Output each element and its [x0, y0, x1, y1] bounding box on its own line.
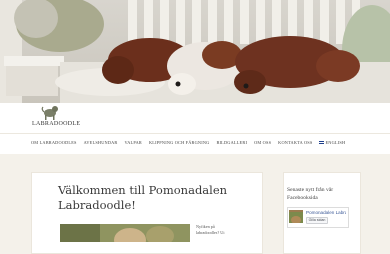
nav-item-avelshundar[interactable]: AVELSHUNDAR — [84, 140, 118, 145]
nav-item-klippning[interactable]: KLIPPNING OCH FÄRGNING — [149, 140, 210, 145]
intro-text: Nyfiken på labradoodles? Ui — [196, 224, 225, 235]
nav-item-bildgalleri[interactable]: BILDGALLERI — [216, 140, 247, 145]
facebook-avatar-image — [289, 212, 303, 223]
logo-text: LABRADOODLE — [32, 121, 81, 127]
main-nav: OM LABRADOODLES AVELSHUNDAR VALPAR KLIPP… — [0, 133, 390, 155]
uk-flag-icon — [319, 141, 325, 144]
facebook-page-name[interactable]: Pomonadalen Labradoodle — [306, 210, 346, 215]
page-title: Välkommen till Pomonadalen Labradoodle! — [58, 183, 228, 212]
nav-item-english-label: ENGLISH — [325, 140, 346, 145]
intro-puppy-image — [60, 224, 190, 242]
nav-item-valpar[interactable]: VALPAR — [125, 140, 142, 145]
labradoodle-logo-icon — [41, 106, 58, 120]
nav-item-om-oss[interactable]: OM OSS — [254, 140, 271, 145]
intro-photo — [60, 224, 190, 242]
nav-item-kontakta-oss[interactable]: KONTAKTA OSS — [278, 140, 312, 145]
nav-item-english[interactable]: ENGLISH — [319, 140, 345, 145]
site-logo[interactable]: LABRADOODLE — [32, 104, 81, 130]
hero-dogs-image — [0, 0, 390, 103]
nav-item-om-labradoodles[interactable]: OM LABRADOODLES — [31, 140, 77, 145]
facebook-like-button[interactable]: Gilla sidan — [306, 217, 328, 224]
facebook-page-avatar[interactable] — [289, 210, 303, 223]
sidebar-title: Senaste nytt från vår Facebooksida — [287, 187, 334, 201]
hero-photo — [0, 0, 390, 103]
